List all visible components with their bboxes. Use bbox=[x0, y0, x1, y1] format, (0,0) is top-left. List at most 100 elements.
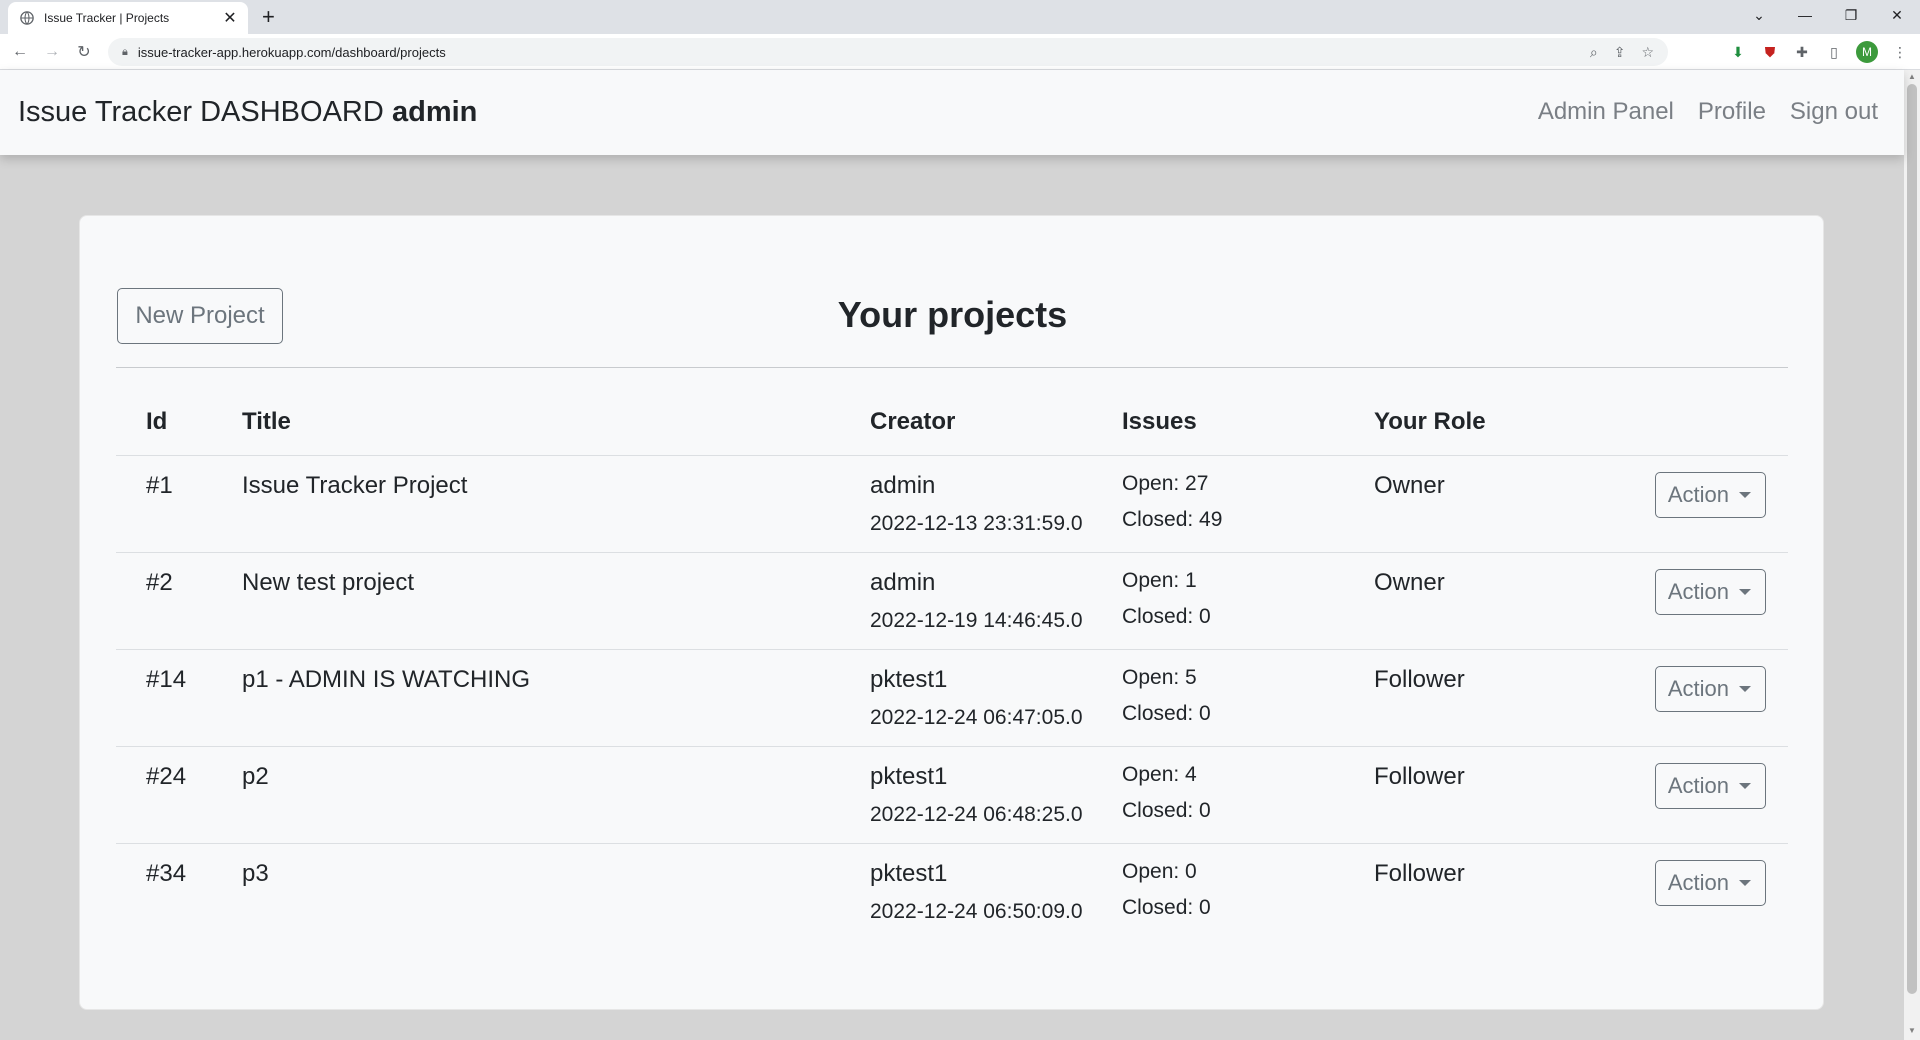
tab-search-icon[interactable]: ⌄ bbox=[1736, 0, 1782, 30]
table-row: #2 New test project admin 2022-12-19 14:… bbox=[116, 552, 1788, 650]
action-dropdown-button[interactable]: Action bbox=[1654, 471, 1766, 518]
project-role: Follower bbox=[1374, 859, 1465, 887]
browser-tab-bar: Issue Tracker | Projects ✕ + ⌄ — ❐ ✕ bbox=[0, 0, 1920, 34]
address-bar[interactable]: 🔒︎ issue-tracker-app.herokuapp.com/dashb… bbox=[108, 38, 1668, 66]
browser-tab[interactable]: Issue Tracker | Projects ✕ bbox=[8, 2, 248, 34]
closed-issues: Closed: 0 bbox=[1122, 798, 1211, 822]
action-dropdown-button[interactable]: Action bbox=[1654, 762, 1766, 809]
project-created-date: 2022-12-24 06:50:09.0 bbox=[870, 899, 1083, 923]
project-creator: pktest1 bbox=[870, 665, 948, 693]
extensions-puzzle-icon[interactable]: ✚ bbox=[1792, 42, 1812, 62]
side-panel-icon[interactable]: ▯ bbox=[1824, 42, 1844, 62]
action-dropdown-button[interactable]: Action bbox=[1654, 859, 1766, 906]
nav-link-admin-panel[interactable]: Admin Panel bbox=[1538, 98, 1674, 126]
scroll-down-arrow-icon[interactable]: ▼ bbox=[1908, 1026, 1916, 1035]
action-dropdown-button[interactable]: Action bbox=[1654, 665, 1766, 712]
closed-issues: Closed: 0 bbox=[1122, 604, 1211, 628]
project-action-cell: Action bbox=[1626, 649, 1788, 747]
project-id: #24 bbox=[116, 746, 242, 844]
nav-link-profile[interactable]: Profile bbox=[1698, 98, 1766, 126]
caret-down-icon bbox=[1739, 588, 1751, 595]
project-title[interactable]: p1 - ADMIN IS WATCHING bbox=[242, 649, 870, 747]
table-row: #1 Issue Tracker Project admin 2022-12-1… bbox=[116, 455, 1788, 553]
forward-icon[interactable]: → bbox=[40, 40, 64, 64]
project-role: Follower bbox=[1374, 746, 1626, 844]
new-tab-icon[interactable]: + bbox=[262, 5, 275, 29]
project-creator-cell: admin 2022-12-19 14:46:45.0 bbox=[870, 552, 1122, 650]
project-created-date: 2022-12-19 14:46:45.0 bbox=[870, 608, 1083, 632]
column-header-action bbox=[1626, 372, 1788, 456]
project-creator-cell: admin 2022-12-13 23:31:59.0 bbox=[870, 455, 1122, 553]
project-role: Follower bbox=[1374, 649, 1626, 747]
brand-title[interactable]: Issue Tracker DASHBOARD bbox=[18, 96, 384, 129]
open-issues: Open: 27 bbox=[1122, 471, 1209, 495]
page-title: Your projects bbox=[837, 294, 1068, 335]
project-title[interactable]: Issue Tracker Project bbox=[242, 455, 870, 553]
project-action-cell: Action bbox=[1626, 455, 1788, 553]
nav-links: Admin Panel Profile Sign out bbox=[1538, 98, 1878, 126]
minimize-icon[interactable]: — bbox=[1782, 0, 1828, 30]
action-label: Action bbox=[1667, 481, 1729, 507]
page-scrollbar[interactable]: ▲ ▼ bbox=[1904, 70, 1920, 1040]
caret-down-icon bbox=[1739, 491, 1751, 498]
project-id: #2 bbox=[116, 552, 242, 650]
action-label: Action bbox=[1667, 772, 1729, 798]
project-title[interactable]: p3 bbox=[242, 843, 870, 940]
divider bbox=[116, 367, 1788, 368]
scrollbar-thumb[interactable] bbox=[1907, 84, 1917, 994]
lock-icon[interactable]: 🔒︎ bbox=[122, 46, 128, 59]
browser-menu-icon[interactable]: ⋮ bbox=[1890, 42, 1910, 62]
project-creator-cell: pktest1 2022-12-24 06:48:25.0 bbox=[870, 746, 1122, 844]
current-username: admin bbox=[392, 96, 478, 128]
download-extension-icon[interactable]: ⬇ bbox=[1728, 42, 1748, 62]
project-action-cell: Action bbox=[1626, 746, 1788, 844]
project-created-date: 2022-12-13 23:31:59.0 bbox=[870, 511, 1083, 535]
globe-icon bbox=[20, 11, 34, 25]
profile-avatar[interactable]: M bbox=[1856, 41, 1878, 63]
address-url[interactable]: issue-tracker-app.herokuapp.com/dashboar… bbox=[138, 45, 446, 60]
action-label: Action bbox=[1667, 675, 1729, 701]
caret-down-icon bbox=[1739, 782, 1751, 789]
page-content: New Project Your projects Id Title Creat… bbox=[0, 155, 1904, 1040]
project-creator: admin bbox=[870, 471, 936, 499]
close-window-icon[interactable]: ✕ bbox=[1874, 0, 1920, 30]
shield-extension-icon[interactable]: ⛊ bbox=[1760, 42, 1780, 62]
open-issues: Open: 5 bbox=[1122, 665, 1197, 689]
project-creator: pktest1 bbox=[870, 762, 948, 790]
action-dropdown-button[interactable]: Action bbox=[1654, 568, 1766, 615]
table-header-row: Id Title Creator Issues Your Role bbox=[116, 372, 1788, 456]
project-title[interactable]: New test project bbox=[242, 552, 870, 650]
projects-card: New Project Your projects Id Title Creat… bbox=[79, 215, 1824, 1010]
open-issues: Open: 1 bbox=[1122, 568, 1197, 592]
reload-icon[interactable]: ↻ bbox=[72, 40, 96, 64]
caret-down-icon bbox=[1739, 879, 1751, 886]
action-label: Action bbox=[1667, 869, 1729, 895]
project-id: #14 bbox=[116, 649, 242, 747]
project-creator-cell: pktest1 2022-12-24 06:47:05.0 bbox=[870, 649, 1122, 747]
closed-issues: Closed: 0 bbox=[1122, 895, 1211, 919]
back-icon[interactable]: ← bbox=[8, 40, 32, 64]
tab-title: Issue Tracker | Projects bbox=[44, 11, 170, 25]
restore-icon[interactable]: ❐ bbox=[1828, 0, 1874, 30]
project-title[interactable]: p2 bbox=[242, 746, 870, 844]
zoom-icon[interactable]: ⌕ bbox=[1590, 44, 1598, 61]
projects-table: Id Title Creator Issues Your Role #1 Iss… bbox=[116, 372, 1788, 940]
bookmark-star-icon[interactable]: ☆ bbox=[1641, 44, 1654, 61]
column-header-creator: Creator bbox=[870, 372, 1122, 456]
project-action-cell: Action bbox=[1626, 552, 1788, 650]
open-issues: Open: 0 bbox=[1122, 859, 1197, 883]
table-row: #24 p2 pktest1 2022-12-24 06:48:25.0 Ope… bbox=[116, 746, 1788, 844]
scroll-up-arrow-icon[interactable]: ▲ bbox=[1908, 72, 1916, 81]
nav-link-sign-out[interactable]: Sign out bbox=[1790, 98, 1878, 126]
caret-down-icon bbox=[1739, 685, 1751, 692]
column-header-issues: Issues bbox=[1122, 372, 1374, 456]
table-row: #14 p1 - ADMIN IS WATCHING pktest1 2022-… bbox=[116, 649, 1788, 747]
tab-close-icon[interactable]: ✕ bbox=[222, 8, 238, 28]
project-issues-cell: Open: 27 Closed: 49 bbox=[1122, 455, 1374, 553]
closed-issues: Closed: 49 bbox=[1122, 507, 1223, 531]
share-icon[interactable]: ⇪ bbox=[1614, 44, 1626, 61]
project-id: #1 bbox=[116, 455, 242, 553]
project-created-date: 2022-12-24 06:47:05.0 bbox=[870, 705, 1083, 729]
project-id: #34 bbox=[146, 859, 187, 887]
column-header-id: Id bbox=[116, 372, 242, 456]
